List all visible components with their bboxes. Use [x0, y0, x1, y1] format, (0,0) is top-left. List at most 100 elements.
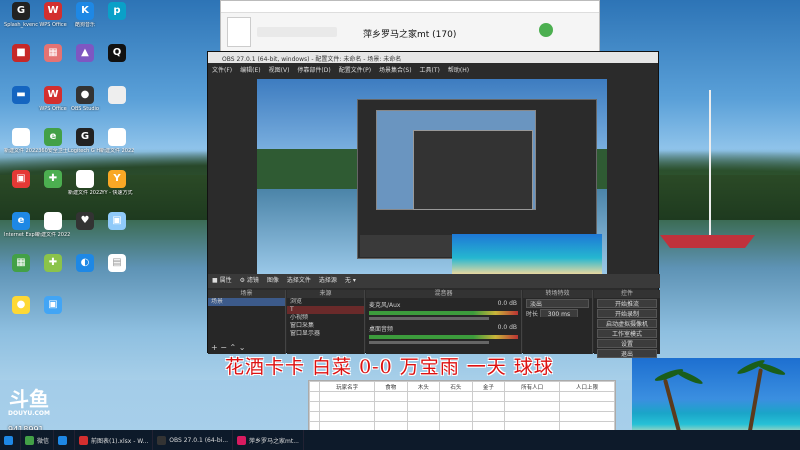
desktop-icon[interactable]: 新建文件 20220... — [4, 128, 38, 154]
sheet-cell[interactable] — [559, 391, 615, 402]
sheet-cell[interactable] — [504, 411, 561, 422]
desktop-icon[interactable]: ▤ — [100, 254, 134, 274]
chat-green-icon[interactable] — [539, 23, 553, 37]
sheet-cell[interactable] — [319, 411, 376, 422]
controls-button[interactable]: 开始推流 — [597, 299, 657, 308]
source-control-button[interactable]: 选择文件 — [287, 277, 311, 284]
sheet-cell[interactable] — [504, 391, 561, 402]
taskbar-button[interactable] — [54, 430, 76, 450]
source-item[interactable]: 浏览 — [287, 298, 364, 306]
desktop-icon[interactable]: ● — [4, 296, 38, 316]
obs-preview-canvas[interactable] — [257, 79, 607, 274]
desktop-icon[interactable]: e Internet Explorer — [4, 212, 38, 238]
transition-select[interactable]: 淡出 — [526, 299, 589, 308]
desktop-icon[interactable]: W WPS Office — [36, 2, 70, 28]
desktop-icon[interactable]: ♥ — [68, 212, 102, 232]
desktop-icon[interactable]: ▣ — [4, 170, 38, 190]
controls-button[interactable]: 工作室模式 — [597, 329, 657, 338]
sheet-cell[interactable] — [471, 391, 506, 402]
desktop-icon[interactable]: ◐ — [68, 254, 102, 274]
obs-menu-item[interactable]: 编辑(E) — [240, 67, 260, 74]
desktop-icon[interactable]: ▣ — [36, 296, 70, 316]
desktop-icon[interactable]: ▬ — [4, 86, 38, 106]
desktop-icon[interactable]: W WPS Office — [36, 86, 70, 112]
taskbar-button[interactable]: 萍乡罗马之家mt... — [233, 430, 304, 450]
sheet-cell[interactable] — [374, 401, 408, 412]
desktop-icon[interactable]: 新建文件 20220... — [36, 212, 70, 238]
source-item[interactable]: 窗口采集 — [287, 322, 364, 330]
source-control-button[interactable]: 选择源 — [319, 277, 337, 284]
sheet-cell[interactable] — [439, 411, 473, 422]
volume-slider[interactable] — [369, 317, 489, 320]
chat-search-input[interactable] — [257, 27, 337, 37]
desktop-icon[interactable]: ● OBS Studio — [68, 86, 102, 112]
duration-input[interactable]: 300 ms — [539, 309, 578, 317]
sheet-cell[interactable] — [439, 391, 473, 402]
taskbar-button[interactable] — [0, 430, 21, 450]
desktop-icon[interactable]: ▦ — [36, 44, 70, 64]
sheet-cell[interactable] — [319, 401, 376, 412]
sheet-cell[interactable] — [471, 401, 506, 412]
volume-slider[interactable] — [369, 341, 489, 344]
source-control-button[interactable]: 图像 — [267, 277, 279, 284]
desktop-icon[interactable]: ✚ — [36, 254, 70, 274]
sheet-cell[interactable] — [308, 401, 321, 412]
obs-menu-item[interactable]: 停靠部件(D) — [297, 67, 330, 74]
sheet-cell[interactable] — [471, 411, 506, 422]
desktop-icon[interactable]: ▦ — [4, 254, 38, 274]
scene-item[interactable]: 场景 — [208, 298, 285, 306]
sheet-cell[interactable] — [504, 401, 561, 412]
desktop-icon[interactable]: Y YY - 快速方式 — [100, 170, 134, 196]
chat-window[interactable]: 萍乡罗马之家mt (170) — [220, 0, 600, 52]
mixer-dock: 混音器 麦克风/Aux 0.0 dB 桌面音频 0.0 dB — [366, 290, 522, 354]
source-item[interactable]: 小视频 — [287, 314, 364, 322]
source-control-button[interactable]: ■ 属性 — [212, 277, 232, 284]
sheet-cell[interactable] — [439, 401, 473, 412]
obs-menu-item[interactable]: 视图(V) — [269, 67, 290, 74]
desktop-icon[interactable]: ▲ — [68, 44, 102, 64]
taskbar-button[interactable]: 微信 — [21, 430, 55, 450]
taskbar-button[interactable]: 前图表(1).xlsx - W... — [75, 430, 154, 450]
taskbar-button[interactable]: OBS 27.0.1 (64-bi... — [153, 430, 234, 450]
desktop-icon[interactable] — [100, 86, 134, 106]
controls-button[interactable]: 启动虚拟摄像机 — [597, 319, 657, 328]
desktop-icon[interactable]: 新建文件 20220... — [100, 128, 134, 154]
source-item[interactable]: T — [287, 306, 364, 314]
sheet-cell[interactable] — [308, 391, 321, 402]
sheet-cell[interactable] — [308, 411, 321, 422]
desktop-icon[interactable]: K 酷狗音乐 — [68, 2, 102, 28]
sheet-cell[interactable] — [559, 411, 615, 422]
desktop-icon[interactable]: e 360安全卫士 — [36, 128, 70, 154]
sheet-cell[interactable] — [319, 391, 376, 402]
controls-button[interactable]: 设置 — [597, 339, 657, 348]
sheet-cell[interactable] — [406, 391, 441, 402]
sheet-cell[interactable] — [374, 391, 408, 402]
sheet-cell[interactable] — [406, 401, 441, 412]
obs-window[interactable]: OBS 27.0.1 (64-bit, windows) - 配置文件: 未命名… — [207, 51, 660, 358]
desktop-icon[interactable]: G Splash_kvenc — [4, 2, 38, 28]
obs-menu-item[interactable]: 帮助(H) — [448, 67, 469, 74]
obs-menu-item[interactable]: 配置文件(P) — [339, 67, 371, 74]
sheet-header-cell — [308, 381, 321, 392]
obs-menu-item[interactable]: 工具(T) — [420, 67, 440, 74]
sheet-cell[interactable] — [559, 401, 615, 412]
source-item[interactable]: 窗口显示器 — [287, 330, 364, 338]
scene-add-icon[interactable]: + − ⌃ ⌄ — [211, 343, 245, 352]
sheet-cell[interactable] — [374, 411, 408, 422]
obs-menu-item[interactable]: 文件(F) — [212, 67, 232, 74]
desktop-icon[interactable]: ■ — [4, 44, 38, 64]
desktop-icon[interactable]: ▣ — [100, 212, 134, 232]
desktop-icon[interactable]: Q — [100, 44, 134, 64]
source-control-button[interactable]: 无 ▾ — [345, 277, 356, 284]
desktop-icon-glyph-icon — [44, 212, 62, 230]
controls-button[interactable]: 开始录制 — [597, 309, 657, 318]
desktop-icon-glyph-icon: ▬ — [12, 86, 30, 104]
desktop-icon[interactable]: G Logitech G HUB — [68, 128, 102, 154]
desktop-icon[interactable]: 新建文件 20220... — [68, 170, 102, 196]
sheet-cell[interactable] — [406, 411, 441, 422]
obs-menu-item[interactable]: 场景集合(S) — [379, 67, 412, 74]
desktop-icon-glyph-icon: ● — [12, 296, 30, 314]
desktop-icon[interactable]: ✚ — [36, 170, 70, 190]
desktop-icon[interactable]: p — [100, 2, 134, 22]
source-control-button[interactable]: ⚙ 滤镜 — [240, 277, 259, 284]
